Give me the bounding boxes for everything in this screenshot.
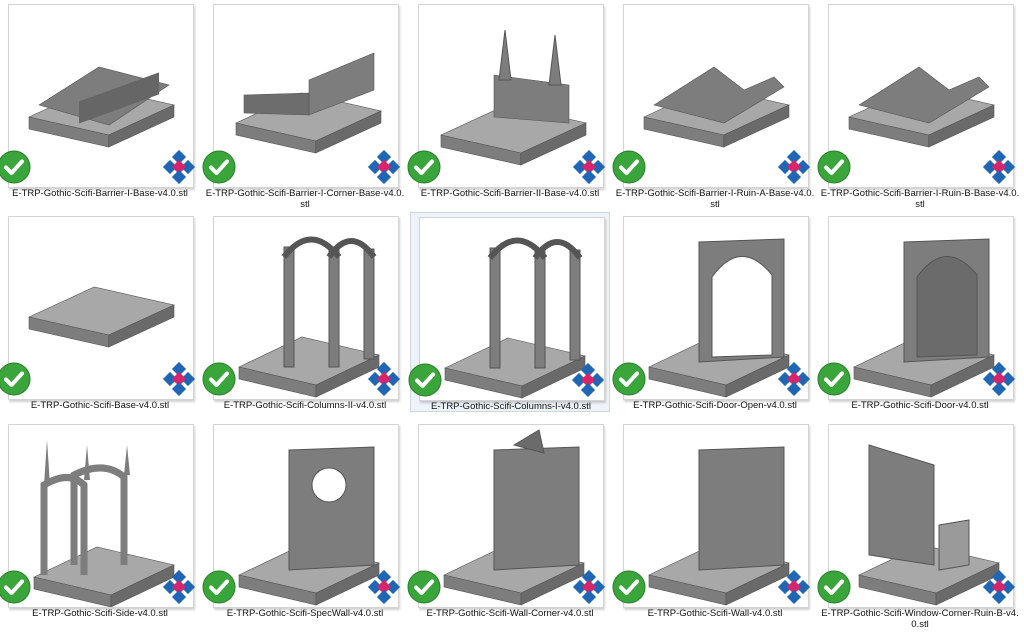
checkmark-icon — [612, 362, 646, 396]
file-name[interactable]: E-TRP-Gothic-Scifi-Side-v4.0.stl — [0, 608, 200, 619]
file-name[interactable]: E-TRP-Gothic-Scifi-Columns-I-v4.0.stl — [411, 401, 611, 412]
checkmark-icon — [202, 570, 236, 604]
file-tile[interactable]: E-TRP-Gothic-Scifi-Barrier-II-Base-v4.0.… — [407, 0, 610, 200]
app-badge-icon — [162, 361, 196, 397]
file-tile[interactable]: E-TRP-Gothic-Scifi-Columns-II-v4.0.stl — [202, 212, 405, 412]
file-name[interactable]: E-TRP-Gothic-Scifi-Base-v4.0.stl — [0, 400, 200, 411]
app-badge-icon — [982, 361, 1016, 397]
file-name[interactable]: E-TRP-Gothic-Scifi-Columns-II-v4.0.stl — [205, 400, 405, 411]
app-badge-icon — [572, 149, 606, 185]
checkmark-icon — [817, 570, 851, 604]
app-badge-icon — [162, 149, 196, 185]
file-name[interactable]: E-TRP-Gothic-Scifi-Barrier-I-Base-v4.0.s… — [0, 188, 200, 199]
checkmark-icon — [612, 570, 646, 604]
app-badge-icon — [367, 569, 401, 605]
app-badge-icon — [777, 361, 811, 397]
file-grid: E-TRP-Gothic-Scifi-Barrier-I-Base-v4.0.s… — [0, 0, 1024, 635]
checkmark-icon — [0, 570, 31, 604]
checkmark-icon — [407, 150, 441, 184]
file-tile[interactable]: E-TRP-Gothic-Scifi-Barrier-I-Ruin-A-Base… — [612, 0, 815, 210]
file-name[interactable]: E-TRP-Gothic-Scifi-Door-Open-v4.0.stl — [615, 400, 815, 411]
checkmark-icon — [202, 150, 236, 184]
checkmark-icon — [817, 362, 851, 396]
file-tile[interactable]: E-TRP-Gothic-Scifi-Wall-v4.0.stl — [612, 420, 815, 620]
file-tile[interactable]: E-TRP-Gothic-Scifi-Door-Open-v4.0.stl — [612, 212, 815, 412]
app-badge-icon — [571, 362, 605, 398]
checkmark-icon — [202, 362, 236, 396]
checkmark-icon — [407, 570, 441, 604]
app-badge-icon — [572, 569, 606, 605]
file-tile[interactable]: E-TRP-Gothic-Scifi-Wall-Corner-v4.0.stl — [407, 420, 610, 620]
file-name[interactable]: E-TRP-Gothic-Scifi-Barrier-I-Corner-Base… — [205, 188, 405, 210]
app-badge-icon — [367, 361, 401, 397]
file-name[interactable]: E-TRP-Gothic-Scifi-Window-Corner-Ruin-B-… — [820, 608, 1020, 630]
checkmark-icon — [0, 150, 31, 184]
file-tile[interactable]: E-TRP-Gothic-Scifi-SpecWall-v4.0.stl — [202, 420, 405, 620]
file-tile[interactable]: E-TRP-Gothic-Scifi-Base-v4.0.stl — [0, 212, 200, 412]
app-badge-icon — [162, 569, 196, 605]
file-name[interactable]: E-TRP-Gothic-Scifi-Barrier-I-Ruin-A-Base… — [615, 188, 815, 210]
file-name[interactable]: E-TRP-Gothic-Scifi-Wall-Corner-v4.0.stl — [410, 608, 610, 619]
file-name[interactable]: E-TRP-Gothic-Scifi-Door-v4.0.stl — [820, 400, 1020, 411]
file-name[interactable]: E-TRP-Gothic-Scifi-Wall-v4.0.stl — [615, 608, 815, 619]
checkmark-icon — [817, 150, 851, 184]
app-badge-icon — [777, 149, 811, 185]
app-badge-icon — [982, 569, 1016, 605]
app-badge-icon — [982, 149, 1016, 185]
file-tile[interactable]: E-TRP-Gothic-Scifi-Barrier-I-Corner-Base… — [202, 0, 405, 210]
app-badge-icon — [777, 569, 811, 605]
file-tile[interactable]: E-TRP-Gothic-Scifi-Barrier-I-Base-v4.0.s… — [0, 0, 200, 200]
file-tile[interactable]: E-TRP-Gothic-Scifi-Side-v4.0.stl — [0, 420, 200, 620]
file-name[interactable]: E-TRP-Gothic-Scifi-Barrier-I-Ruin-B-Base… — [820, 188, 1020, 210]
file-tile[interactable]: E-TRP-Gothic-Scifi-Door-v4.0.stl — [817, 212, 1020, 412]
file-tile[interactable]: E-TRP-Gothic-Scifi-Barrier-I-Ruin-B-Base… — [817, 0, 1020, 210]
checkmark-icon — [0, 362, 31, 396]
checkmark-icon — [612, 150, 646, 184]
app-badge-icon — [367, 149, 401, 185]
file-tile[interactable]: E-TRP-Gothic-Scifi-Window-Corner-Ruin-B-… — [817, 420, 1020, 630]
file-tile[interactable]: E-TRP-Gothic-Scifi-Columns-I-v4.0.stl — [408, 212, 611, 412]
checkmark-icon — [408, 363, 442, 397]
file-name[interactable]: E-TRP-Gothic-Scifi-Barrier-II-Base-v4.0.… — [410, 188, 610, 199]
file-name[interactable]: E-TRP-Gothic-Scifi-SpecWall-v4.0.stl — [205, 608, 405, 619]
